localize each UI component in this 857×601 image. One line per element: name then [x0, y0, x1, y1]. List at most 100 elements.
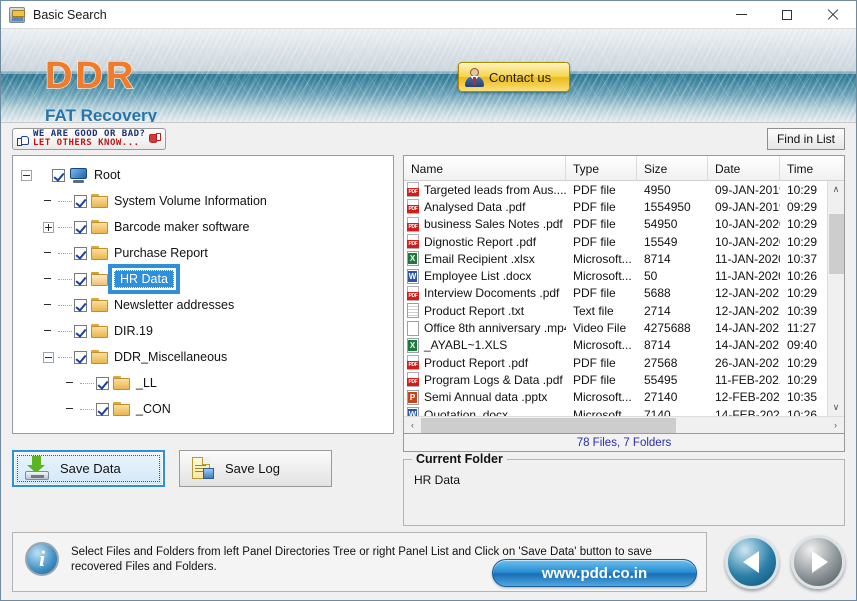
rate-us-text: WE ARE GOOD OR BAD? LET OTHERS KNOW... — [33, 130, 145, 148]
tree-item-ll[interactable]: _LL — [13, 370, 393, 396]
tree-checkbox[interactable] — [96, 376, 109, 390]
scroll-left-button[interactable]: ‹ — [404, 417, 421, 434]
file-date: 14-JAN-2021 — [715, 338, 780, 353]
tree-item-barcode-maker-software[interactable]: Barcode maker software — [13, 214, 393, 240]
forward-button[interactable] — [791, 535, 845, 589]
tree-expander-placeholder — [43, 300, 54, 311]
tree-item-label: DDR_Miscellaneous — [114, 350, 228, 364]
scroll-right-button[interactable]: › — [827, 417, 844, 434]
title-bar: Basic Search — [1, 1, 856, 29]
tree-checkbox[interactable] — [74, 220, 87, 234]
tree-item-purchase-report[interactable]: Purchase Report — [13, 240, 393, 266]
horizontal-scroll-thumb[interactable] — [421, 417, 676, 433]
tree-checkbox[interactable] — [96, 402, 109, 416]
column-header-date[interactable]: Date — [708, 156, 780, 181]
file-row[interactable]: Product Report .txt Text file 2714 12-JAN-2… — [404, 302, 827, 319]
back-button[interactable] — [725, 535, 779, 589]
pdf-file-icon — [407, 372, 420, 388]
directory-tree[interactable]: Root System Volume Information Barcode mak… — [12, 155, 394, 434]
file-row[interactable]: Email Recipient .xlsx Microsoft... 8714 11-… — [404, 250, 827, 267]
tree-checkbox[interactable] — [74, 194, 87, 208]
collapse-icon[interactable] — [21, 169, 32, 181]
tree-expander-placeholder — [43, 196, 54, 207]
tree-item-ddr-miscellaneous[interactable]: DDR_Miscellaneous — [13, 344, 393, 370]
file-row[interactable]: business Sales Notes .pdf PDF file 54950 10… — [404, 216, 827, 233]
file-row[interactable]: Office 8th anniversary .mp4 Video File 427… — [404, 319, 827, 336]
collapse-icon[interactable] — [43, 351, 54, 363]
file-row[interactable]: Program Logs & Data .pdf PDF file 55495 11-… — [404, 371, 827, 388]
tree-checkbox[interactable] — [74, 298, 87, 312]
file-row[interactable]: Analysed Data .pdf PDF file 1554950 09-JAN-… — [404, 198, 827, 215]
find-in-list-button[interactable]: Find in List — [766, 128, 845, 150]
column-header-time[interactable]: Time — [780, 156, 822, 181]
rate-us-banner[interactable]: WE ARE GOOD OR BAD? LET OTHERS KNOW... — [12, 128, 167, 150]
tree-checkbox[interactable] — [52, 168, 65, 182]
close-button[interactable] — [810, 1, 856, 29]
file-row[interactable]: Quotation .docx Microsoft... 7140 14-FEB-20… — [404, 406, 827, 416]
tree-connector — [58, 200, 72, 202]
file-date: 11-JAN-2020 — [715, 269, 780, 284]
file-time: 10:29 — [787, 372, 818, 387]
file-row[interactable]: Dignostic Report .pdf PDF file 15549 10-JAN… — [404, 233, 827, 250]
minimize-button[interactable] — [718, 1, 764, 29]
footer: i Select Files and Folders from left Pan… — [1, 526, 856, 600]
current-folder-label: Current Folder — [412, 452, 507, 466]
file-name-cell: Targeted leads from Aus.... — [404, 182, 566, 198]
file-row[interactable]: _AYABL~1.XLS Microsoft... 8714 14-JAN-2021 0… — [404, 337, 827, 354]
file-list-rows[interactable]: Targeted leads from Aus.... PDF file 4950 0… — [404, 181, 827, 416]
main-content: Root System Volume Information Barcode mak… — [1, 155, 856, 526]
close-icon — [827, 9, 839, 21]
horizontal-scroll-track[interactable] — [421, 417, 827, 434]
file-row[interactable]: Employee List .docx Microsoft... 50 11-JAN-… — [404, 267, 827, 284]
file-size: 15549 — [644, 234, 678, 249]
tree-item-root[interactable]: Root — [13, 162, 393, 188]
xls-file-icon — [407, 337, 420, 353]
expand-icon[interactable] — [43, 221, 54, 233]
scroll-up-button[interactable]: ∧ — [828, 181, 845, 198]
file-date: 11-JAN-2020 — [715, 251, 780, 266]
vertical-scroll-thumb[interactable] — [828, 214, 844, 274]
file-row[interactable]: Product Report .pdf PDF file 27568 26-JAN-2… — [404, 354, 827, 371]
scroll-down-button[interactable]: ∨ — [828, 399, 845, 416]
contact-us-button[interactable]: Contact us — [458, 62, 570, 92]
file-row[interactable]: Targeted leads from Aus.... PDF file 4950 0… — [404, 181, 827, 198]
tree-item-hr-data[interactable]: HR Data — [13, 266, 393, 292]
maximize-button[interactable] — [764, 1, 810, 29]
column-header-type[interactable]: Type — [566, 156, 637, 181]
file-date: 11-FEB-2021 — [715, 372, 780, 387]
save-log-button[interactable]: Save Log — [179, 449, 332, 487]
tree-connector — [80, 408, 94, 410]
file-row[interactable]: Interview Docoments .pdf PDF file 5688 12-J… — [404, 285, 827, 302]
file-name-cell: _AYABL~1.XLS — [404, 337, 566, 353]
tree-checkbox[interactable] — [74, 350, 87, 364]
window-controls — [718, 1, 856, 29]
tree-item-con[interactable]: _CON — [13, 396, 393, 422]
info-icon: i — [25, 542, 59, 576]
file-name: Employee List .docx — [424, 269, 532, 284]
folder-icon — [91, 298, 108, 312]
file-name: Office 8th anniversary .mp4 — [424, 321, 566, 336]
application-window: Basic Search DDR FAT Recovery Contact us… — [0, 0, 857, 601]
website-link[interactable]: www.pdd.co.in — [492, 559, 697, 587]
column-header-name[interactable]: Name — [404, 156, 566, 181]
file-time: 10:26 — [787, 269, 818, 284]
tree-item-system-volume-information[interactable]: System Volume Information — [13, 188, 393, 214]
tree-checkbox[interactable] — [74, 246, 87, 260]
txt-file-icon — [407, 303, 420, 319]
file-count-status: 78 Files, 7 Folders — [403, 434, 845, 452]
horizontal-scrollbar[interactable]: ‹ › — [404, 416, 844, 433]
file-row[interactable]: Semi Annual data .pptx Microsoft... 27140 1… — [404, 389, 827, 406]
vertical-scrollbar[interactable]: ∧ ∨ — [827, 181, 844, 416]
tree-checkbox[interactable] — [74, 272, 87, 286]
tree-item-newsletter-addresses[interactable]: Newsletter addresses — [13, 292, 393, 318]
tree-item-dir-19[interactable]: DIR.19 — [13, 318, 393, 344]
back-arrow-icon — [742, 551, 759, 573]
file-time: 10:26 — [787, 407, 818, 417]
vid-file-icon — [407, 320, 420, 336]
vertical-scroll-track[interactable] — [828, 198, 845, 399]
tree-checkbox[interactable] — [74, 324, 87, 338]
column-header-size[interactable]: Size — [637, 156, 708, 181]
info-panel: i Select Files and Folders from left Pan… — [12, 532, 707, 592]
save-data-button[interactable]: Save Data — [12, 449, 165, 487]
tree-expander-placeholder — [43, 274, 54, 285]
